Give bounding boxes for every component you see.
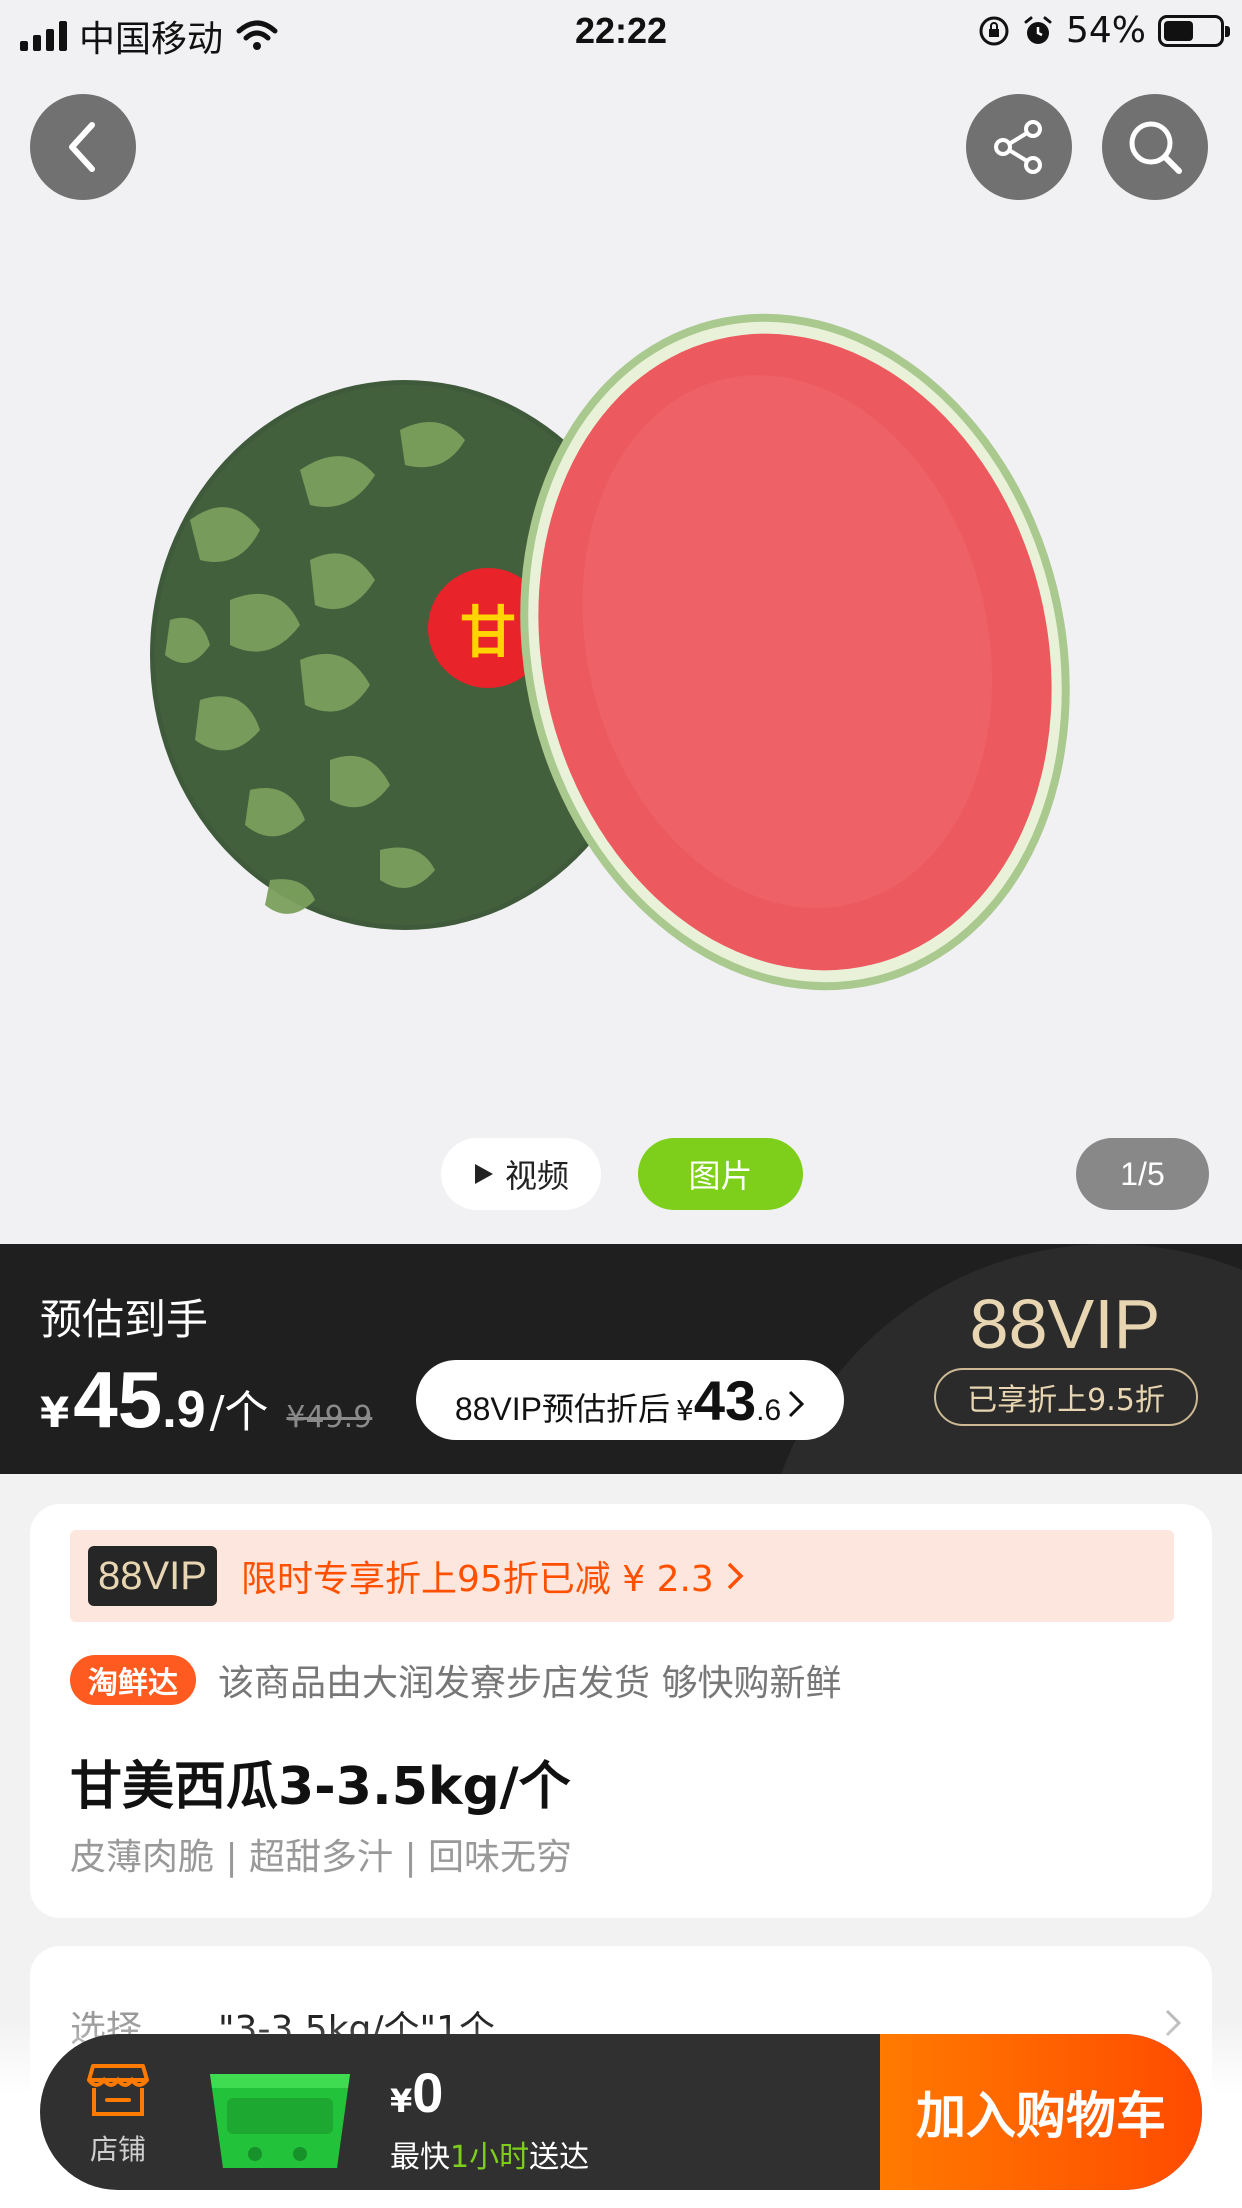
vip-price-currency: ¥ — [676, 1394, 694, 1427]
share-icon — [994, 120, 1042, 174]
estimate-label: 预估到手 — [40, 1295, 209, 1344]
vip-price-chip[interactable]: 88VIP预估折后 ¥ 43 .6 — [416, 1360, 844, 1440]
chevron-left-icon — [69, 122, 95, 172]
video-tab[interactable]: 视频 — [441, 1138, 601, 1210]
cart-basket-icon[interactable] — [205, 2068, 355, 2178]
play-icon — [474, 1164, 493, 1184]
image-tab[interactable]: 图片 — [638, 1138, 803, 1210]
vip-discount-badge: 已享折上9.5折 — [934, 1368, 1198, 1426]
vip-badge: 88VIP — [88, 1546, 217, 1606]
watermelon-image: 甘 — [150, 313, 1070, 991]
status-bar: 中国移动 22:22 54% — [0, 0, 1242, 62]
vip-promo-bar[interactable]: 88VIP 限时专享折上95折已减 ¥ 2.3 — [70, 1530, 1174, 1622]
share-button[interactable] — [966, 94, 1072, 200]
image-tab-label: 图片 — [688, 1157, 753, 1195]
price-integer: 45 — [73, 1355, 163, 1444]
store-label: 店铺 — [89, 2133, 146, 2166]
image-counter: 1/5 — [1076, 1138, 1209, 1210]
sticker-text: 甘 — [460, 601, 516, 666]
price-decimal: .9 — [162, 1381, 206, 1439]
product-info-card: 88VIP 限时专享折上95折已减 ¥ 2.3 淘鲜达 该商品由大润发寮步店发货… — [30, 1504, 1212, 1918]
cart-currency: ¥ — [390, 2082, 413, 2120]
vip-price-decimal: .6 — [756, 1394, 782, 1427]
promo-text: 限时专享折上95折已减 ¥ 2.3 — [240, 1559, 714, 1600]
cart-total-value: 0 — [412, 2061, 444, 2124]
original-price: ¥49.9 — [286, 1400, 373, 1435]
price-unit: /个 — [209, 1387, 269, 1438]
vip-price-integer: 43 — [693, 1369, 757, 1432]
add-to-cart-button[interactable]: 加入购物车 — [880, 2034, 1202, 2190]
product-title: 甘美西瓜3-3.5kg/个 — [70, 1757, 571, 1817]
fresh-tag: 淘鲜达 — [70, 1655, 196, 1705]
price-band: 预估到手 ¥ 45 .9 /个 ¥49.9 88VIP预估折后 ¥ 43 .6 … — [0, 1244, 1242, 1474]
current-price: ¥ 45 .9 /个 ¥49.9 — [40, 1354, 372, 1446]
product-subtitle: 皮薄肉脆 | 超甜多汁 | 回味无穷 — [70, 1837, 573, 1878]
battery-level — [1164, 20, 1193, 41]
seller-text: 该商品由大润发寮步店发货 够快购新鲜 — [218, 1663, 842, 1704]
seller-row: 淘鲜达 该商品由大润发寮步店发货 够快购新鲜 — [70, 1654, 841, 1706]
vip-logo: 88VIP — [969, 1285, 1161, 1363]
search-icon — [1129, 121, 1182, 174]
store-icon — [87, 2064, 149, 2116]
bottom-action-bar: 店铺 ¥ 0 最快 1小时 送达 加入购物车 — [40, 2034, 1202, 2190]
vip-price-label: 88VIP预估折后 — [454, 1391, 671, 1427]
delivery-info: 最快 1小时 送达 — [390, 2132, 589, 2176]
price-currency: ¥ — [40, 1388, 70, 1437]
battery-percent: 54% — [1065, 10, 1146, 51]
store-button[interactable]: 店铺 — [78, 2062, 158, 2168]
back-button[interactable] — [30, 94, 136, 200]
rotation-lock-icon — [979, 16, 1009, 45]
product-gallery[interactable]: 甘 视频 图片 1/5 — [0, 0, 1242, 1244]
delivery-highlight: 1小时 — [450, 2140, 530, 2175]
search-button[interactable] — [1102, 94, 1208, 200]
chevron-right-icon — [789, 1390, 805, 1418]
delivery-suffix: 送达 — [529, 2140, 590, 2175]
product-detail-page: 甘 视频 图片 1/5 中国移动 22:22 54% 预估到手 ¥ 45 .9 … — [0, 0, 1242, 2208]
delivery-prefix: 最快 — [390, 2140, 450, 2175]
alarm-icon — [1024, 16, 1052, 44]
battery-icon — [1158, 14, 1230, 47]
cart-total: ¥ 0 — [390, 2060, 443, 2125]
chevron-right-icon — [727, 1562, 744, 1590]
video-tab-label: 视频 — [504, 1157, 569, 1195]
